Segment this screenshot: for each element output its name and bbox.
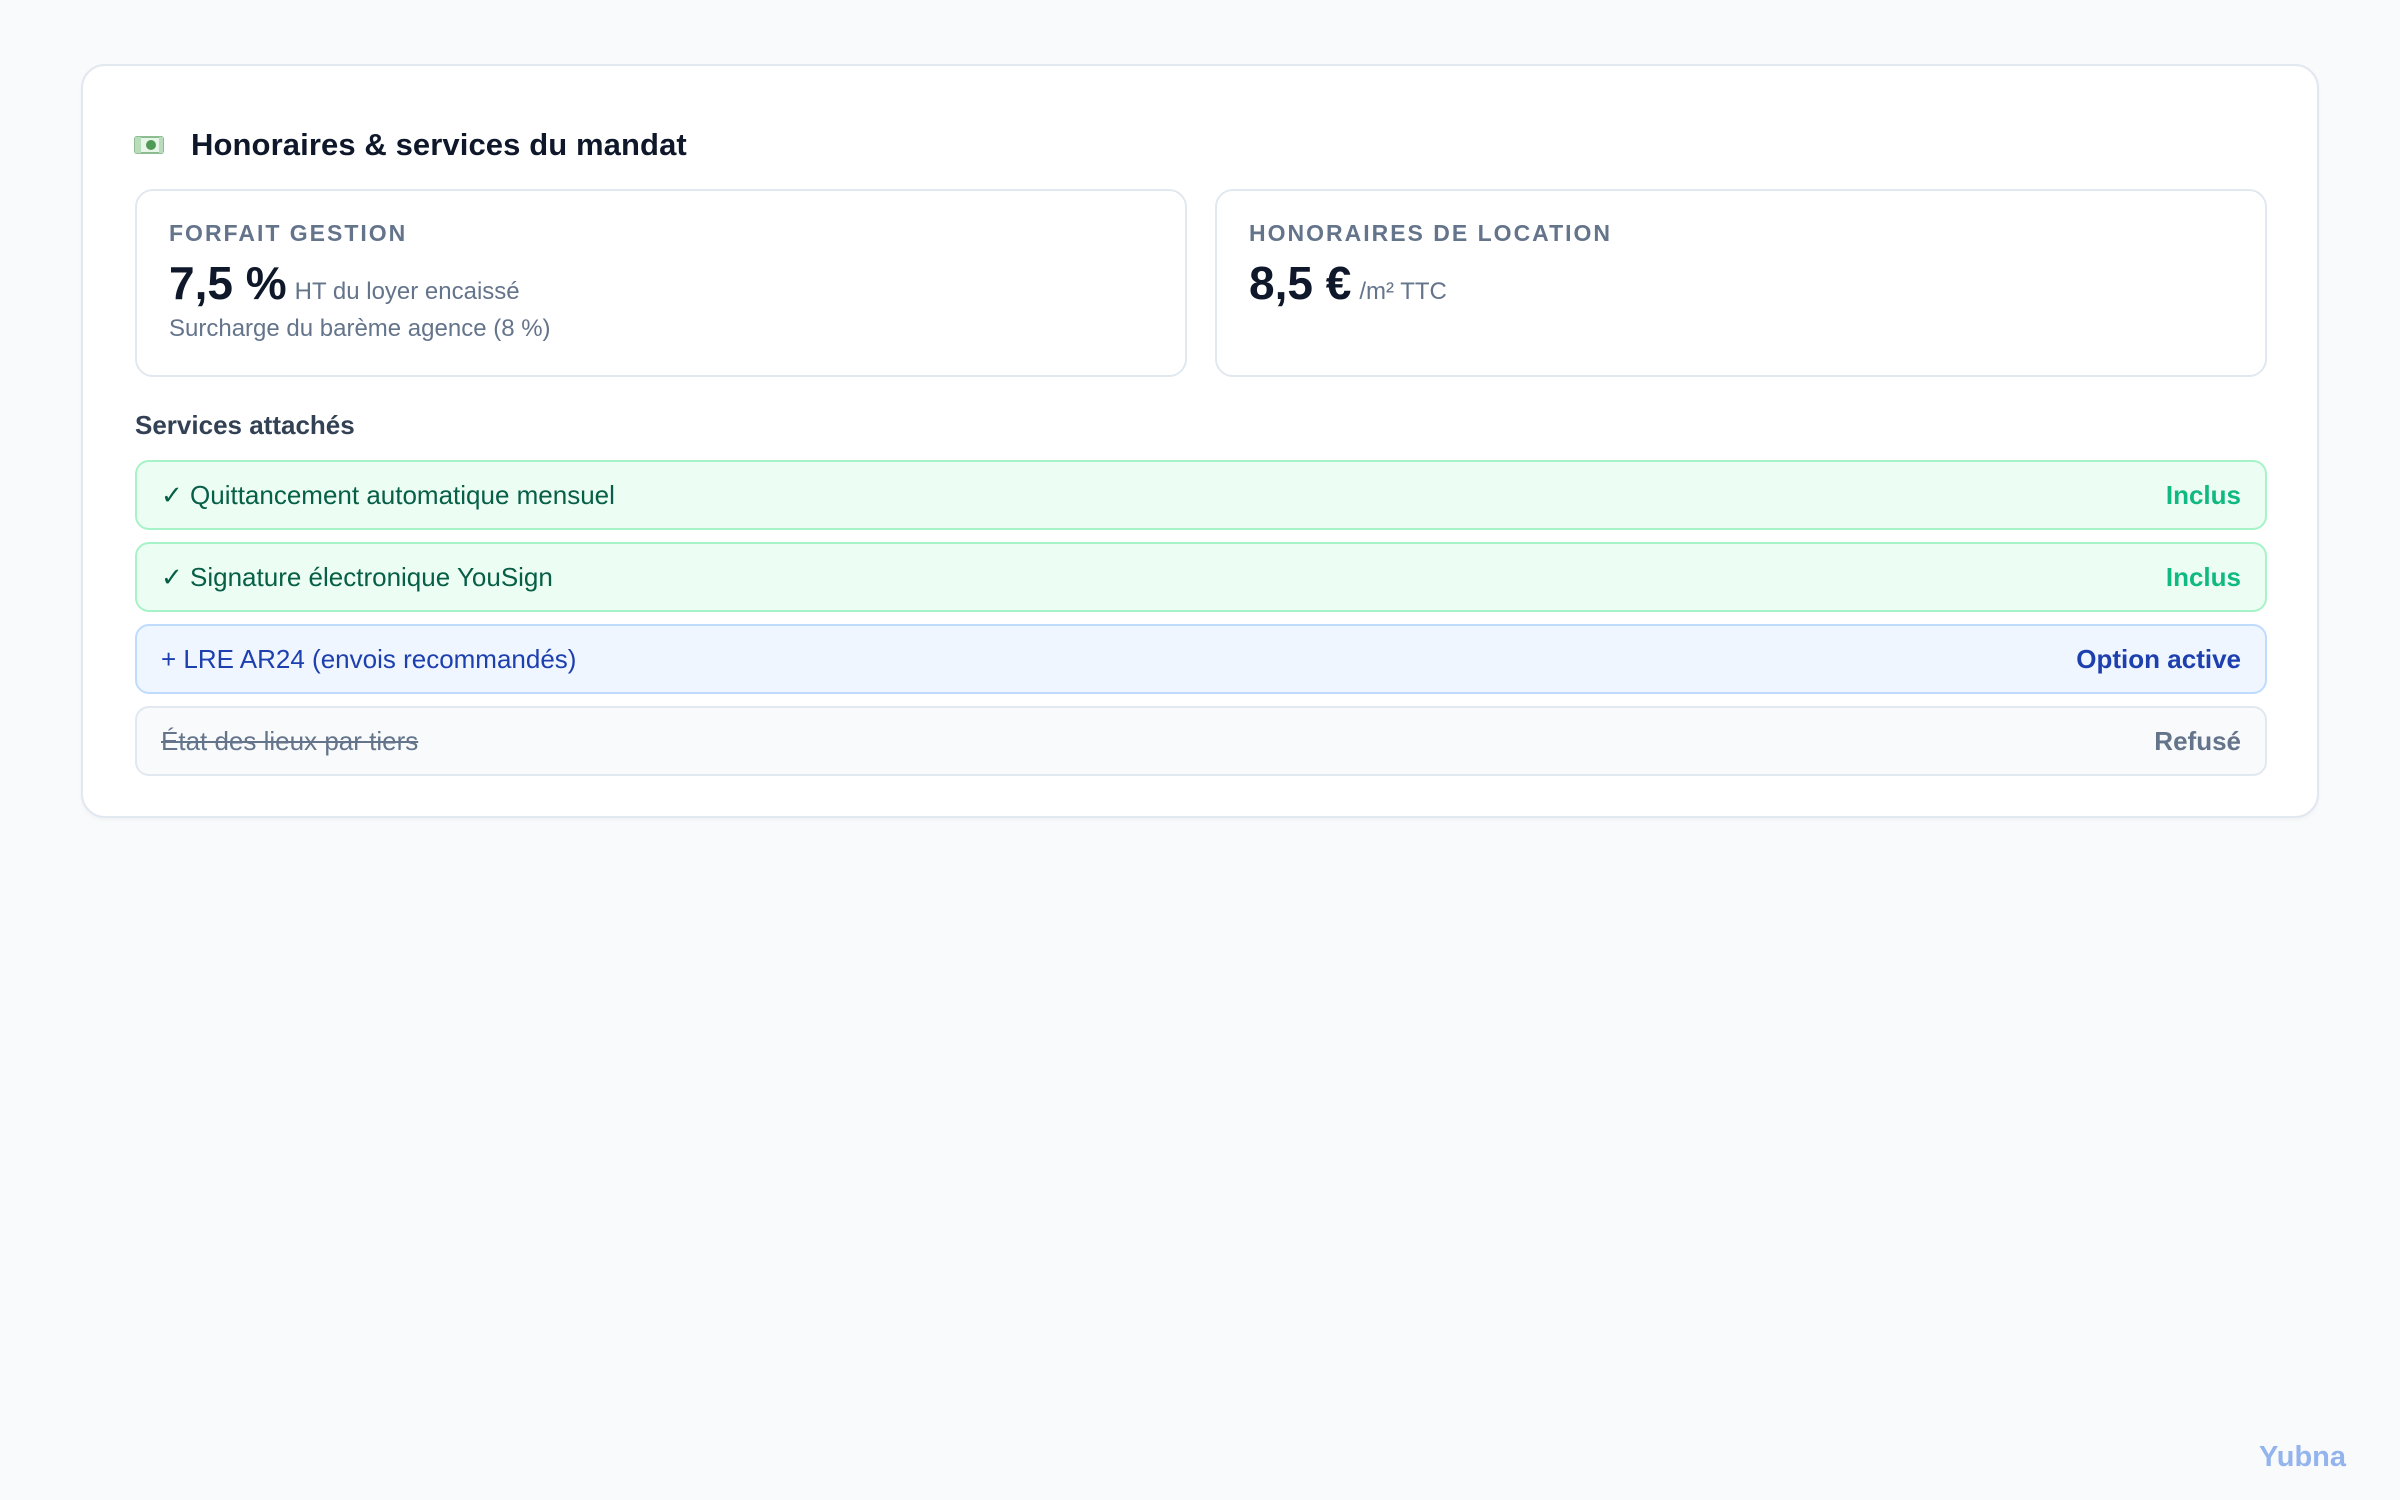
money-icon: [134, 135, 164, 155]
management-fee-label: FORFAIT GESTION: [169, 220, 408, 246]
service-name: + LRE AR24 (envois recommandés): [161, 643, 577, 674]
service-status-badge: Refusé: [2154, 725, 2241, 756]
management-fee-note: Surcharge du barème agence (8 %): [169, 315, 551, 342]
rental-fee-box: HONORAIRES DE LOCATION 8,5 € /m² TTC: [1215, 189, 2267, 377]
brand-watermark: Yubna: [2258, 1441, 2346, 1473]
service-name: ✓ Quittancement automatique mensuel: [161, 479, 615, 510]
management-fee-value: 7,5 %: [169, 257, 287, 309]
rental-fee-unit: /m² TTC: [1359, 278, 1447, 305]
card-title: Honoraires & services du mandat: [191, 127, 687, 162]
service-name: État des lieux par tiers: [161, 725, 419, 756]
service-row-registered-mail[interactable]: + LRE AR24 (envois recommandés) Option a…: [135, 624, 2267, 694]
management-fee-line: 7,5 % HT du loyer encaissé: [169, 257, 1153, 309]
service-status-badge: Inclus: [2165, 479, 2241, 510]
mandate-fees-card: Honoraires & services du mandat FORFAIT …: [81, 64, 2319, 818]
rental-fee-label: HONORAIRES DE LOCATION: [1249, 220, 1613, 246]
service-status-badge: Inclus: [2165, 561, 2241, 592]
service-name: ✓ Signature électronique YouSign: [161, 561, 553, 592]
service-status-badge: Option active: [2076, 643, 2241, 674]
service-row-e-signature[interactable]: ✓ Signature électronique YouSign Inclus: [135, 542, 2267, 612]
management-fee-unit: HT du loyer encaissé: [294, 278, 520, 305]
services-section-title: Services attachés: [135, 410, 355, 440]
rental-fee-line: 8,5 € /m² TTC: [1249, 257, 2233, 309]
service-row-rent-receipts[interactable]: ✓ Quittancement automatique mensuel Incl…: [135, 460, 2267, 530]
rental-fee-value: 8,5 €: [1249, 257, 1352, 309]
card-header: Honoraires & services du mandat: [134, 120, 687, 170]
service-row-inventory-third-party[interactable]: État des lieux par tiers Refusé: [135, 706, 2267, 776]
management-fee-box: FORFAIT GESTION 7,5 % HT du loyer encais…: [135, 189, 1187, 377]
